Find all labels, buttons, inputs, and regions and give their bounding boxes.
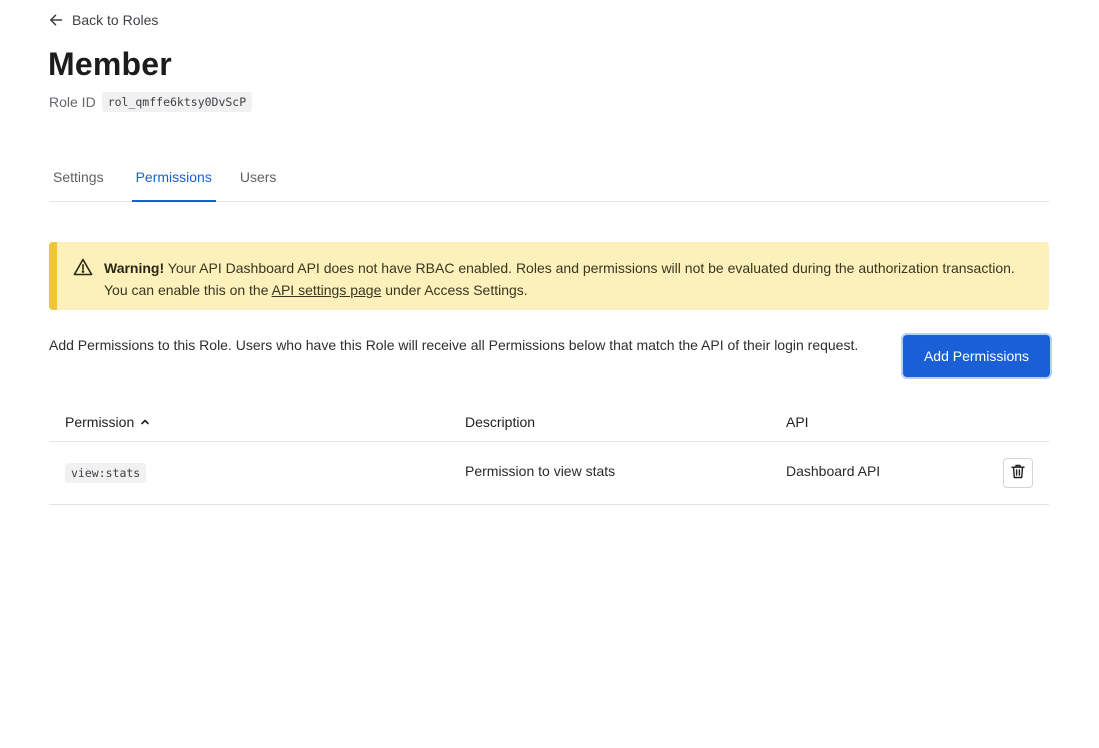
column-header-permission-label: Permission xyxy=(65,414,135,430)
permission-api: Dashboard API xyxy=(786,463,881,479)
table-row: view:stats Permission to view stats Dash… xyxy=(49,442,1049,505)
permissions-table: Permission Description API view:stats Pe… xyxy=(49,402,1049,505)
permission-name: view:stats xyxy=(65,463,147,483)
chevron-up-icon xyxy=(140,414,150,430)
api-settings-link[interactable]: API settings page xyxy=(272,282,382,298)
role-id-row: Role ID rol_qmffe6ktsy0DvScP xyxy=(49,92,253,112)
warning-text-after: under Access Settings. xyxy=(381,282,528,298)
tab-permissions[interactable]: Permissions xyxy=(131,160,217,202)
warning-title: Warning! xyxy=(104,260,165,276)
page-title: Member xyxy=(48,46,172,82)
trash-icon xyxy=(1011,464,1025,482)
permission-description: Permission to view stats xyxy=(465,463,616,479)
tab-bar: Settings Permissions Users xyxy=(49,160,1049,202)
column-header-permission[interactable]: Permission xyxy=(65,414,150,430)
delete-permission-button[interactable] xyxy=(1003,458,1033,488)
page: Back to Roles Member Role ID rol_qmffe6k… xyxy=(0,0,1099,748)
tab-settings[interactable]: Settings xyxy=(49,160,108,201)
table-header: Permission Description API xyxy=(49,402,1049,442)
permissions-intro-text: Add Permissions to this Role. Users who … xyxy=(49,337,859,353)
arrow-left-icon xyxy=(49,13,63,27)
add-permissions-button[interactable]: Add Permissions xyxy=(903,335,1050,377)
tab-users[interactable]: Users xyxy=(236,160,281,201)
role-id-label: Role ID xyxy=(49,94,96,110)
rbac-warning-banner: Warning! Your API Dashboard API does not… xyxy=(49,242,1049,310)
column-header-api: API xyxy=(786,414,809,430)
warning-text-before: Your API Dashboard API does not have RBA… xyxy=(104,260,1015,298)
back-link-label: Back to Roles xyxy=(72,12,159,28)
role-id-value: rol_qmffe6ktsy0DvScP xyxy=(101,92,253,112)
back-to-roles-link[interactable]: Back to Roles xyxy=(49,10,158,30)
warning-triangle-icon xyxy=(73,258,93,282)
column-header-description: Description xyxy=(465,414,536,430)
